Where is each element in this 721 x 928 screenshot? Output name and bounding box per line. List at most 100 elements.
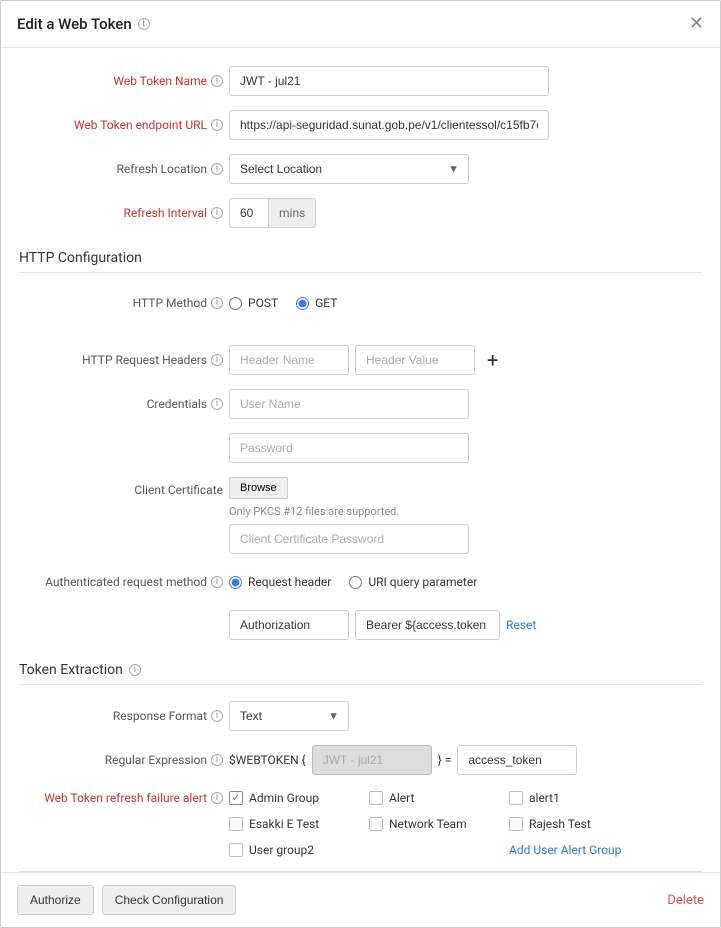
alert-group-label: Admin Group [249,791,319,805]
checkbox-icon[interactable] [509,791,523,805]
section-token-extraction-text: Token Extraction [19,662,123,678]
label-refresh-interval-text: Refresh Interval [123,206,207,220]
title-text: Edit a Web Token [17,15,132,33]
info-icon[interactable]: i [211,398,223,410]
alert-group-checkbox[interactable]: User group2 [229,843,359,857]
label-refresh-interval: Refresh Interval i [19,206,229,220]
cert-password-input[interactable] [229,524,469,554]
alert-group-label: alert1 [529,791,560,805]
auth-uri-query-radio[interactable] [349,576,362,589]
field-row-client-cert: Client Certificate Browse Only PKCS #12 … [19,477,702,554]
label-response-format: Response Format i [19,709,229,723]
checkbox-icon[interactable] [509,817,523,831]
label-name-text: Web Token Name [113,74,207,88]
header-value-input[interactable] [355,345,475,375]
info-icon[interactable]: i [211,297,223,309]
username-input[interactable] [229,389,469,419]
info-icon[interactable]: i [211,576,223,588]
info-icon[interactable]: i [211,792,223,804]
label-auth-method-text: Authenticated request method [45,575,207,589]
regex-result-input[interactable] [457,745,577,775]
section-http-config-text: HTTP Configuration [19,250,142,266]
alert-group-checkbox[interactable]: alert1 [509,791,639,805]
check-configuration-button[interactable]: Check Configuration [102,885,237,915]
alert-group-checkbox[interactable]: Rajesh Test [509,817,639,831]
info-icon[interactable]: i [211,754,223,766]
endpoint-input[interactable] [229,110,549,140]
label-credentials: Credentials i [19,397,229,411]
alert-group-checkbox[interactable]: Network Team [369,817,499,831]
regex-suffix: } = [438,753,452,767]
auth-request-header-radio[interactable] [229,576,242,589]
info-icon[interactable]: i [211,119,223,131]
dialog-body: Web Token Name i Web Token endpoint URL … [1,48,720,872]
add-header-button[interactable]: + [481,350,504,370]
cert-hint: Only PKCS #12 files are supported. [229,505,399,518]
http-method-get-label: GET [315,296,337,310]
auth-uri-query-label: URI query parameter [368,575,477,589]
alert-group-checkbox[interactable]: Esakki E Test [229,817,359,831]
label-client-cert-text: Client Certificate [134,483,223,497]
field-row-auth-header-pair: Reset [19,610,702,640]
field-row-auth-method: Authenticated request method i Request h… [19,568,702,596]
label-client-cert: Client Certificate [19,477,229,497]
label-failure-alert: Web Token refresh failure alert i [19,789,229,805]
info-icon[interactable]: i [211,163,223,175]
checkbox-icon[interactable]: ✓ [229,791,243,805]
checkbox-icon[interactable] [369,791,383,805]
auth-request-header-label: Request header [248,575,331,589]
field-row-endpoint: Web Token endpoint URL i [19,110,702,140]
label-request-headers: HTTP Request Headers i [19,353,229,367]
auth-header-value-input[interactable] [355,610,500,640]
regex-token-input [312,745,432,775]
label-name: Web Token Name i [19,74,229,88]
header-name-input[interactable] [229,345,349,375]
close-icon[interactable]: ✕ [689,15,704,33]
auth-header-name-input[interactable] [229,610,349,640]
field-row-credentials-pw [19,433,702,463]
reset-link[interactable]: Reset [506,618,536,632]
name-input[interactable] [229,66,549,96]
info-icon[interactable]: i [129,664,141,676]
checkbox-icon[interactable] [229,843,243,857]
field-row-refresh-location: Refresh Location i ▼ [19,154,702,184]
browse-button[interactable]: Browse [229,477,288,499]
dialog-footer: Authorize Check Configuration Delete [1,872,720,927]
http-method-post-radio[interactable] [229,297,242,310]
field-row-regex: Regular Expression i $WEBTOKEN { } = [19,745,702,775]
label-credentials-text: Credentials [147,397,207,411]
regex-prefix: $WEBTOKEN { [229,753,306,767]
refresh-interval-input[interactable] [229,198,269,228]
http-method-get-radio[interactable] [296,297,309,310]
checkbox-icon[interactable] [369,817,383,831]
delete-button[interactable]: Delete [667,893,704,908]
info-icon[interactable]: i [138,18,150,30]
field-row-response-format: Response Format i ▼ [19,701,702,731]
alert-group-label: Rajesh Test [529,817,591,831]
edit-web-token-dialog: Edit a Web Token i ✕ Web Token Name i We… [0,0,721,928]
section-http-config: HTTP Configuration [19,242,702,273]
info-icon[interactable]: i [211,207,223,219]
alert-group-checkbox[interactable]: Alert [369,791,499,805]
field-row-failure-alert: Web Token refresh failure alert i ✓ Admin… [19,789,702,857]
password-input[interactable] [229,433,469,463]
authorize-button[interactable]: Authorize [17,885,94,915]
add-alert-group-link[interactable]: Add User Alert Group [509,843,639,857]
refresh-location-select[interactable] [229,154,469,184]
checkbox-icon[interactable] [229,817,243,831]
label-endpoint-text: Web Token endpoint URL [74,118,207,132]
response-format-select[interactable] [229,701,349,731]
dialog-header: Edit a Web Token i ✕ [1,1,720,48]
info-icon[interactable]: i [211,710,223,722]
info-icon[interactable]: i [211,75,223,87]
alert-group-checkbox[interactable]: ✓ Admin Group [229,791,359,805]
field-row-name: Web Token Name i [19,66,702,96]
info-icon[interactable]: i [211,354,223,366]
alert-group-label: Esakki E Test [249,817,319,831]
label-failure-alert-text: Web Token refresh failure alert [44,791,207,805]
dialog-title: Edit a Web Token i [17,15,150,33]
field-row-request-headers: HTTP Request Headers i + [19,345,702,375]
alert-group-label: Network Team [389,817,467,831]
alert-group-label: Alert [389,791,414,805]
section-token-extraction: Token Extraction i [19,654,702,685]
